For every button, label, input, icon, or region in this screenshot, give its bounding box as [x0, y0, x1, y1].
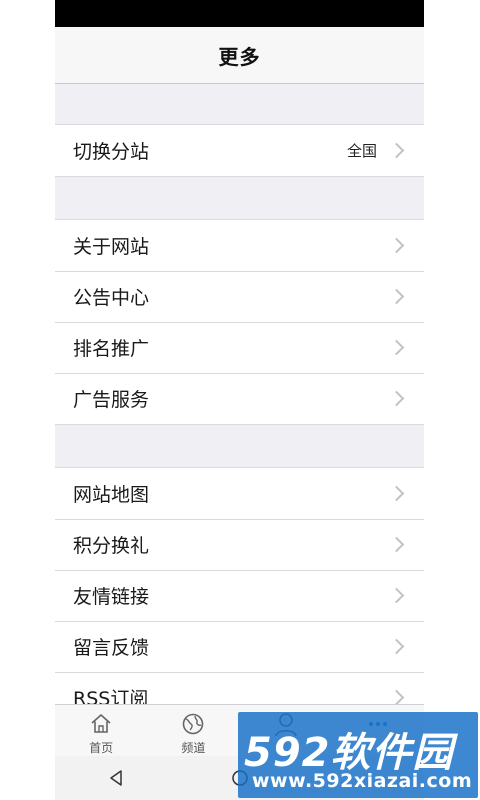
chevron-right-icon — [388, 638, 405, 655]
list-item-friend-links[interactable]: 友情链接 — [55, 570, 424, 621]
section-spacer — [55, 84, 424, 124]
list-item-label: 友情链接 — [73, 586, 150, 608]
settings-list: 切换分站 全国 关于网站 公告中心 排名推广 广告服务 网站地图 积分换礼 友情… — [55, 84, 424, 704]
chevron-right-icon — [388, 288, 405, 305]
chevron-right-icon — [388, 142, 405, 159]
page: 更多 切换分站 全国 关于网站 公告中心 排名推广 广告服务 网站地图 积分换礼… — [0, 0, 480, 800]
list-item-label: 网站地图 — [73, 484, 150, 506]
list-item-announcements[interactable]: 公告中心 — [55, 271, 424, 322]
list-item-ad-service[interactable]: 广告服务 — [55, 373, 424, 424]
settings-group-misc: 网站地图 积分换礼 友情链接 留言反馈 RSS订阅 — [55, 467, 424, 704]
list-item-feedback[interactable]: 留言反馈 — [55, 621, 424, 672]
list-item-label: 切换分站 — [73, 141, 150, 163]
list-item-sitemap[interactable]: 网站地图 — [55, 468, 424, 519]
tab-label: 首页 — [89, 741, 114, 755]
list-item-label: 留言反馈 — [73, 637, 150, 659]
tab-label: 频道 — [181, 741, 206, 755]
list-item-switch-site[interactable]: 切换分站 全国 — [55, 125, 424, 176]
list-item-label: 积分换礼 — [73, 535, 150, 557]
section-spacer — [55, 177, 424, 219]
chevron-right-icon — [388, 587, 405, 604]
chevron-right-icon — [388, 689, 405, 704]
list-item-label: 公告中心 — [73, 287, 150, 309]
list-item-label: 关于网站 — [73, 236, 150, 258]
page-title: 更多 — [218, 44, 261, 69]
watermark-url: www.592xiazai.com — [252, 770, 473, 792]
navigation-bar: 更多 — [55, 27, 424, 84]
home-icon — [91, 714, 111, 733]
list-item-label: 广告服务 — [73, 389, 150, 411]
back-button[interactable] — [106, 767, 128, 789]
list-item-rss[interactable]: RSS订阅 — [55, 672, 424, 704]
watermark-logo: 592软件园 www.592xiazai.com — [238, 712, 478, 798]
current-site-value: 全国 — [346, 142, 377, 160]
settings-group-info: 关于网站 公告中心 排名推广 广告服务 — [55, 219, 424, 425]
globe-icon — [183, 713, 204, 735]
tab-channel[interactable]: 频道 — [147, 705, 239, 757]
chevron-right-icon — [388, 237, 405, 254]
chevron-right-icon — [388, 485, 405, 502]
tab-home[interactable]: 首页 — [55, 705, 147, 757]
section-spacer — [55, 425, 424, 467]
phone-screen: 更多 切换分站 全国 关于网站 公告中心 排名推广 广告服务 网站地图 积分换礼… — [55, 0, 424, 800]
chevron-right-icon — [388, 536, 405, 553]
list-item-points-exchange[interactable]: 积分换礼 — [55, 519, 424, 570]
status-bar — [55, 0, 424, 27]
list-item-about[interactable]: 关于网站 — [55, 220, 424, 271]
settings-group-site: 切换分站 全国 — [55, 124, 424, 177]
list-item-label: 排名推广 — [73, 338, 150, 360]
chevron-right-icon — [388, 390, 405, 407]
list-item-ranking-promotion[interactable]: 排名推广 — [55, 322, 424, 373]
list-item-label: RSS订阅 — [73, 688, 149, 704]
chevron-right-icon — [388, 339, 405, 356]
back-icon — [109, 770, 122, 786]
